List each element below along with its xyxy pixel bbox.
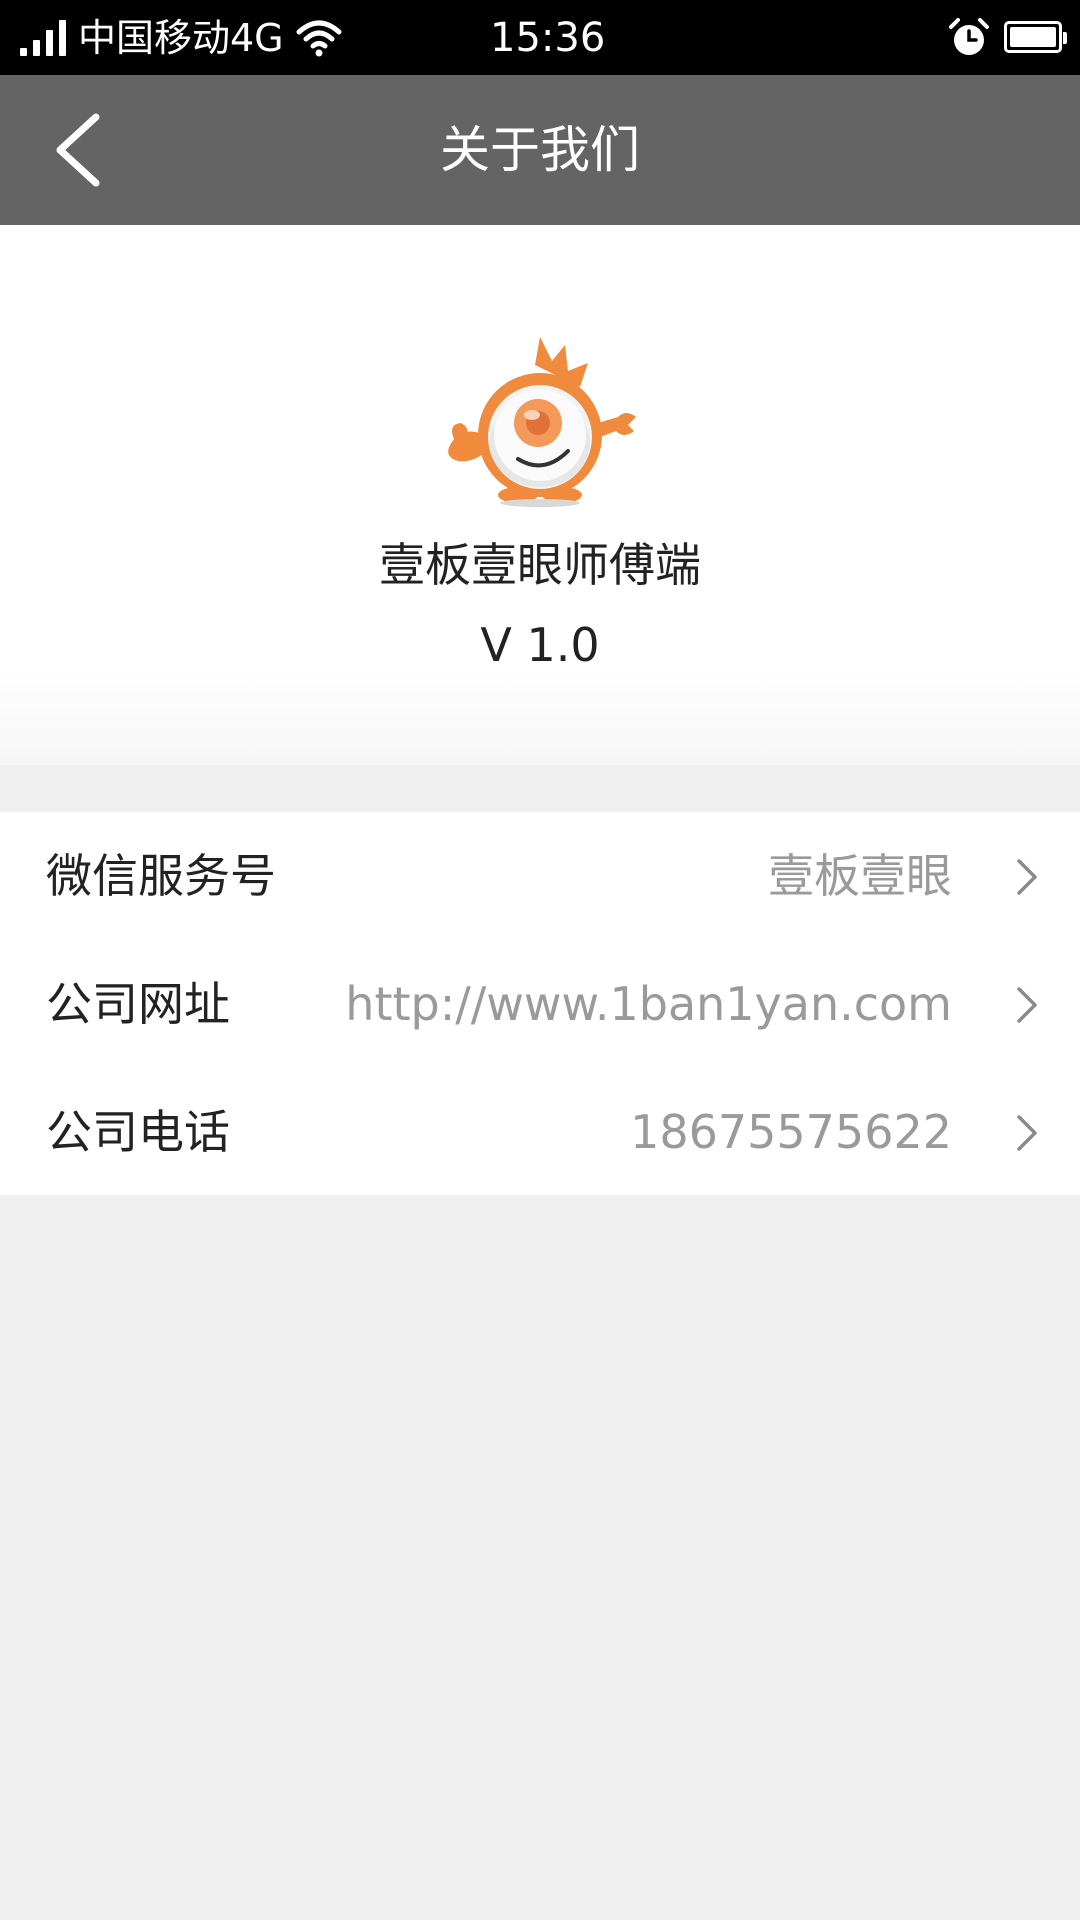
company-phone-row[interactable]: 公司电话 18675575622 bbox=[0, 1068, 1080, 1196]
alarm-icon bbox=[949, 18, 989, 55]
row-value: 壹板壹眼 bbox=[768, 849, 952, 903]
chevron-left-icon bbox=[56, 113, 100, 187]
row-value: 18675575622 bbox=[630, 1105, 952, 1159]
about-section: 壹板壹眼师傅端 V 1.0 bbox=[0, 225, 1080, 765]
chevron-right-icon bbox=[1017, 1115, 1037, 1151]
row-value: http://www.1ban1yan.com bbox=[345, 977, 952, 1031]
row-label: 公司电话 bbox=[46, 1105, 230, 1159]
back-button[interactable] bbox=[40, 107, 120, 193]
app-name: 壹板壹眼师傅端 bbox=[379, 538, 701, 592]
row-label: 微信服务号 bbox=[46, 849, 276, 903]
clock-time: 15:36 bbox=[490, 15, 606, 61]
wifi-icon bbox=[296, 20, 342, 57]
row-label: 公司网址 bbox=[46, 977, 230, 1031]
wechat-service-row[interactable]: 微信服务号 壹板壹眼 bbox=[0, 812, 1080, 940]
nav-bar: 关于我们 bbox=[0, 75, 1080, 225]
app-logo bbox=[448, 337, 636, 507]
chevron-right-icon bbox=[1017, 859, 1037, 895]
info-list: 微信服务号 壹板壹眼 公司网址 http://www.1ban1yan.com … bbox=[0, 812, 1080, 1195]
page-title: 关于我们 bbox=[440, 121, 640, 179]
status-bar: 中国移动4G 15:36 bbox=[0, 0, 1080, 75]
app-version: V 1.0 bbox=[480, 618, 600, 672]
company-website-row[interactable]: 公司网址 http://www.1ban1yan.com bbox=[0, 940, 1080, 1068]
signal-icon bbox=[20, 18, 66, 56]
carrier-label: 中国移动4G bbox=[78, 16, 284, 60]
battery-icon bbox=[1004, 21, 1067, 53]
chevron-right-icon bbox=[1017, 987, 1037, 1023]
